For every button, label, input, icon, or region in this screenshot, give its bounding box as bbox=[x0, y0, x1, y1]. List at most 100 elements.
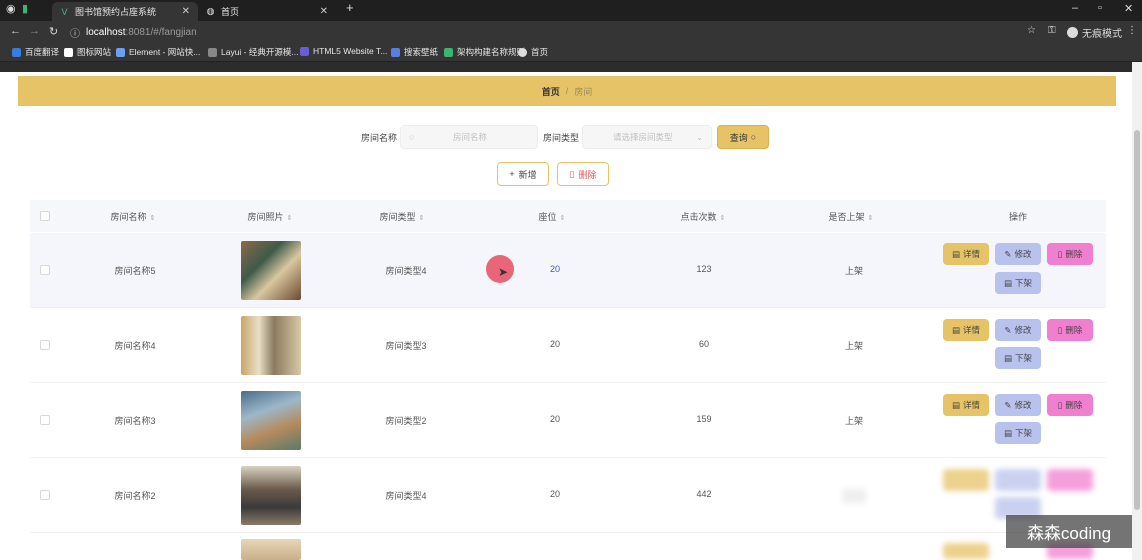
batch-delete-button[interactable]: ▯ 删除 bbox=[557, 162, 609, 186]
close-icon[interactable]: ✕ bbox=[320, 6, 328, 17]
header-actions: 操作 bbox=[1009, 210, 1027, 223]
bookmark-item[interactable]: 架构构建名称规则 bbox=[444, 46, 525, 58]
minimize-icon[interactable]: – bbox=[1072, 2, 1078, 14]
tab-home[interactable]: ◍ 首页 ✕ bbox=[198, 2, 336, 21]
sort-icon[interactable]: ⇕ bbox=[560, 215, 566, 222]
room-name-input[interactable]: ○ 房间名称 bbox=[400, 125, 538, 149]
sort-icon[interactable]: ⇕ bbox=[287, 215, 293, 222]
edit-button[interactable] bbox=[995, 469, 1041, 491]
sort-icon[interactable]: ⇕ bbox=[150, 215, 156, 222]
row-checkbox[interactable] bbox=[40, 265, 50, 275]
url-input[interactable]: ⓘ localhost:8081/#/fangjian bbox=[70, 24, 1020, 40]
trash-icon: ▯ bbox=[569, 168, 575, 179]
flag-icon bbox=[64, 47, 73, 57]
doc-icon: ▤ bbox=[1003, 427, 1012, 438]
breadcrumb-home[interactable]: 首页 bbox=[542, 85, 560, 98]
room-name-cell: 房间名称4 bbox=[114, 341, 156, 351]
select-all-checkbox[interactable] bbox=[40, 211, 50, 221]
clicks-cell: 60 bbox=[698, 339, 710, 349]
header-room-photo[interactable]: 房间照片 ⇕ bbox=[248, 210, 293, 223]
header-label: 点击次数 bbox=[680, 212, 717, 222]
tab-active[interactable]: V 图书馆预约占座系统 ✕ bbox=[52, 2, 198, 21]
bookmark-item[interactable]: 百度翻译 bbox=[12, 46, 59, 58]
sort-icon[interactable]: ⇕ bbox=[419, 215, 425, 222]
pinned-tab-icon[interactable]: ▮ bbox=[22, 2, 28, 15]
seats-cell: 20 bbox=[549, 264, 561, 274]
edit-button[interactable]: ✎ 修改 bbox=[995, 319, 1041, 341]
delete-button[interactable]: ▯ 删除 bbox=[1047, 243, 1093, 265]
sort-icon[interactable]: ⇕ bbox=[720, 215, 726, 222]
maximize-icon[interactable]: ▫ bbox=[1098, 2, 1102, 14]
tab-title: 图书馆预约占座系统 bbox=[75, 7, 157, 17]
star-icon[interactable]: ☆ bbox=[1027, 25, 1036, 36]
bookmark-item[interactable]: Element - 网站快... bbox=[116, 46, 200, 58]
address-bar: ← → ↻ ⓘ localhost:8081/#/fangjian ☆ ⚿ 无痕… bbox=[0, 21, 1142, 43]
scrollbar-thumb[interactable] bbox=[1134, 130, 1140, 510]
off-shelf-button[interactable]: ▤ 下架 bbox=[995, 347, 1041, 369]
header-seats[interactable]: 座位 ⇕ bbox=[539, 210, 566, 223]
delete-button[interactable] bbox=[1047, 469, 1093, 491]
bookmark-item[interactable]: 图标网站 bbox=[64, 46, 111, 58]
bookmark-label: Layui - 经典开源模... bbox=[221, 47, 299, 57]
detail-button[interactable]: ▤ 详情 bbox=[943, 394, 989, 416]
detail-button[interactable] bbox=[943, 543, 989, 559]
detail-button[interactable]: ▤ 详情 bbox=[943, 243, 989, 265]
bookmark-item[interactable]: 搜索壁纸 bbox=[391, 46, 438, 58]
room-type-select[interactable]: 请选择房间类型 ⌄ bbox=[582, 125, 712, 149]
edit-button[interactable]: ✎ 修改 bbox=[995, 243, 1041, 265]
forward-icon[interactable]: → bbox=[29, 25, 40, 37]
status-cell: 上架 bbox=[844, 416, 864, 426]
seats-cell: 20 bbox=[549, 489, 561, 499]
room-photo bbox=[241, 391, 301, 450]
doc-icon: ▤ bbox=[951, 248, 960, 259]
new-tab-icon[interactable]: + bbox=[346, 0, 354, 15]
room-photo bbox=[241, 241, 301, 300]
edit-button[interactable]: ✎ 修改 bbox=[995, 394, 1041, 416]
window-close-icon[interactable]: ✕ bbox=[1124, 2, 1133, 15]
off-shelf-button[interactable]: ▤ 下架 bbox=[995, 272, 1041, 294]
detail-button[interactable] bbox=[943, 469, 989, 491]
status-cell: 上架 bbox=[844, 341, 864, 351]
incognito-label: 无痕模式 bbox=[1082, 29, 1122, 40]
off-shelf-button[interactable]: ▤ 下架 bbox=[995, 422, 1041, 444]
row-checkbox[interactable] bbox=[40, 490, 50, 500]
close-icon[interactable]: ✕ bbox=[182, 6, 190, 17]
detail-button[interactable]: ▤ 详情 bbox=[943, 319, 989, 341]
off-shelf-label: 下架 bbox=[1015, 353, 1033, 363]
query-button-label: 查询 bbox=[729, 132, 748, 143]
bookmark-item[interactable]: HTML5 Website T... bbox=[300, 46, 387, 56]
query-button[interactable]: 查询 ○ bbox=[717, 125, 769, 149]
cursor-icon: ➤ bbox=[498, 265, 509, 279]
room-type-label: 房间类型 bbox=[543, 133, 580, 143]
bookmark-item[interactable]: Layui - 经典开源模... bbox=[208, 46, 298, 58]
trash-icon: ▯ bbox=[1057, 324, 1063, 335]
browser-menu-icon[interactable]: ◉ bbox=[6, 2, 16, 15]
header-label: 房间照片 bbox=[247, 212, 284, 222]
bookmark-item[interactable]: 首页 bbox=[518, 46, 548, 58]
incognito-profile[interactable]: 无痕模式 bbox=[1067, 25, 1122, 40]
room-type-placeholder: 请选择房间类型 bbox=[613, 132, 673, 142]
add-button[interactable]: + 新增 bbox=[497, 162, 549, 186]
header-room-type[interactable]: 房间类型 ⇕ bbox=[380, 210, 425, 223]
back-icon[interactable]: ← bbox=[10, 25, 21, 37]
header-on-shelf[interactable]: 是否上架 ⇕ bbox=[829, 210, 874, 223]
reload-icon[interactable]: ↻ bbox=[49, 25, 58, 38]
doc-icon: ▤ bbox=[951, 399, 960, 410]
wallpaper-icon bbox=[391, 47, 400, 57]
header-clicks[interactable]: 点击次数 ⇕ bbox=[681, 210, 726, 223]
delete-button[interactable]: ▯ 删除 bbox=[1047, 394, 1093, 416]
clicks-cell: 159 bbox=[696, 414, 712, 424]
key-icon[interactable]: ⚿ bbox=[1048, 25, 1056, 36]
row-checkbox[interactable] bbox=[40, 340, 50, 350]
room-type-cell: 房间类型2 bbox=[385, 416, 427, 426]
delete-button[interactable]: ▯ 删除 bbox=[1047, 319, 1093, 341]
doc-icon: ▤ bbox=[951, 324, 960, 335]
header-room-name[interactable]: 房间名称 ⇕ bbox=[111, 210, 156, 223]
sort-icon[interactable]: ⇕ bbox=[868, 215, 874, 222]
watermark: 森森coding bbox=[1006, 515, 1132, 548]
more-menu-icon[interactable]: ⋮ bbox=[1127, 25, 1137, 36]
seats-cell: 20 bbox=[549, 339, 561, 349]
url-path: :8081/#/fangjian bbox=[125, 26, 197, 38]
incognito-icon bbox=[1067, 27, 1078, 38]
row-checkbox[interactable] bbox=[40, 415, 50, 425]
